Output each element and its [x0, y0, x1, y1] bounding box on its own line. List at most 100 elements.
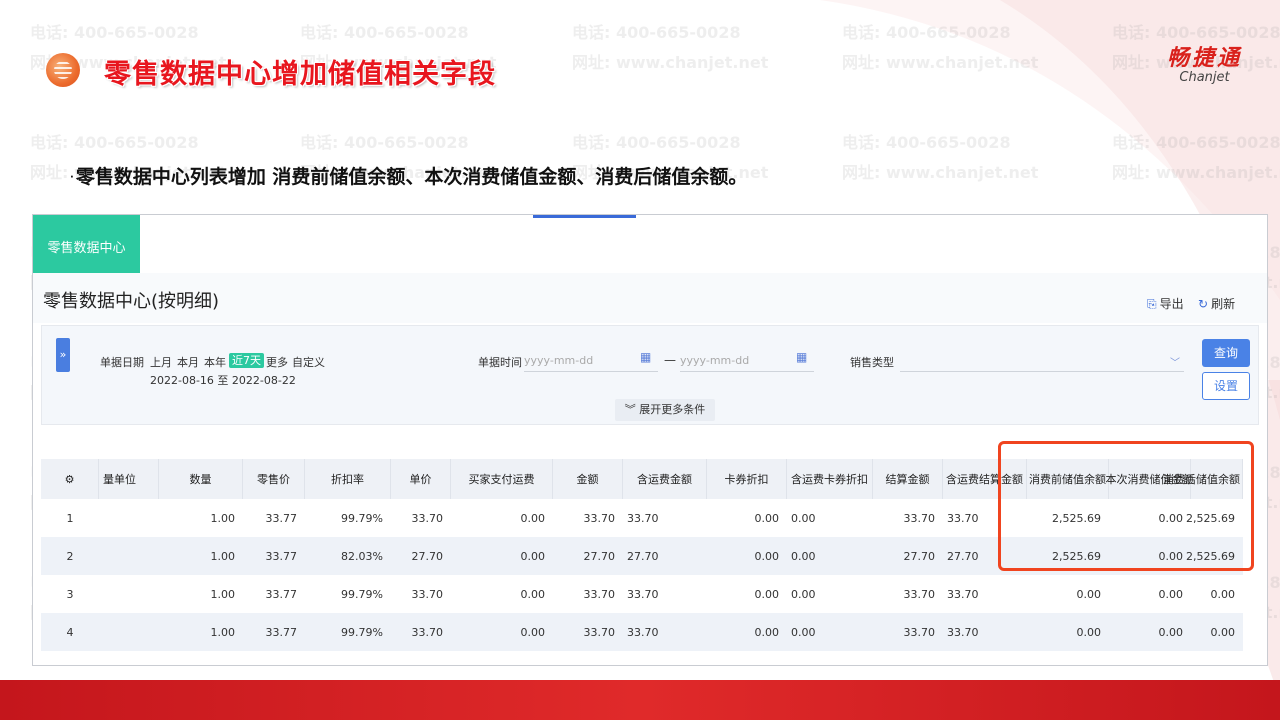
- table-cell: 33.70: [903, 625, 936, 639]
- refresh-button[interactable]: ↻ 刷新: [1198, 295, 1235, 312]
- column-header[interactable]: 金额: [553, 459, 623, 499]
- column-settings-icon[interactable]: ⚙: [41, 459, 99, 499]
- table-cell: 33.70: [583, 511, 616, 525]
- doc-time-label: 单据时间: [478, 356, 522, 369]
- brand-name-cn: 畅捷通: [1166, 46, 1242, 71]
- row-index: 2: [66, 549, 74, 563]
- column-header[interactable]: 数量: [159, 459, 243, 499]
- column-header[interactable]: 消费前储值余额: [1027, 459, 1109, 499]
- watermark-phone: 电话: 400-665-0028: [30, 133, 199, 152]
- table-cell: 0.00: [707, 651, 787, 666]
- table-row[interactable]: 3 1.00 33.77 99.79% 33.70 0.00 33.70 33.70 0.00 0…: [41, 575, 1243, 613]
- table-cell: 0.00: [1076, 625, 1102, 639]
- table-cell: 33.70: [947, 511, 979, 525]
- column-header[interactable]: 卡券折扣: [707, 459, 787, 499]
- table-cell: 33.70: [903, 587, 936, 601]
- watermark-phone: 电话: 400-665-0028: [572, 23, 741, 42]
- table-cell: 27.70: [583, 549, 616, 563]
- end-date-input[interactable]: yyyy-mm-dd: [680, 350, 814, 372]
- column-header[interactable]: 单价: [391, 459, 451, 499]
- row-index: 3: [66, 587, 74, 601]
- column-header[interactable]: 含运费卡券折扣: [787, 459, 873, 499]
- table-cell: 0.00: [520, 549, 546, 563]
- column-header[interactable]: 含运费金额: [623, 459, 707, 499]
- column-header[interactable]: 买家支付运费: [451, 459, 553, 499]
- logo-mark-icon: [46, 53, 80, 87]
- watermark-phone: 电话: 400-665-0028: [572, 133, 741, 152]
- table-cell: 82.03%: [341, 549, 383, 563]
- table-cell: 0.00: [520, 511, 546, 525]
- table-cell: 0.00: [1161, 651, 1243, 666]
- range-this-month[interactable]: 本月: [177, 354, 199, 370]
- column-header[interactable]: 量单位: [99, 459, 159, 499]
- row-index: 1: [66, 511, 74, 525]
- expand-more-conditions-button[interactable]: ︾ 展开更多条件: [615, 399, 715, 421]
- table-cell: 33.70: [947, 625, 979, 639]
- table-cell: 27.70: [411, 549, 444, 563]
- table-cell: 33.70: [411, 511, 444, 525]
- calendar-icon[interactable]: ▦: [640, 350, 651, 364]
- column-header[interactable]: 零售价: [243, 459, 305, 499]
- range-this-year[interactable]: 本年: [204, 354, 226, 370]
- table-cell: 2,525.69: [1186, 549, 1235, 563]
- table-cell: 0.00: [787, 651, 873, 666]
- range-more[interactable]: 更多: [266, 354, 288, 370]
- column-header[interactable]: 结算金额: [873, 459, 943, 499]
- table-cell: 2,525.69: [1052, 549, 1101, 563]
- table-cell: 99.79%: [341, 625, 383, 639]
- sales-type-select[interactable]: [900, 350, 1184, 372]
- table-cell: 1.00: [210, 549, 236, 563]
- table-row[interactable]: 52.0033.7782.04%27.750.0027.5027.500.000…: [41, 651, 1243, 666]
- app-screenshot: 零售数据中心 零售数据中心(按明细) ⎘ 导出 ↻ 刷新 » 单据日期 上月 本月 …: [32, 214, 1268, 666]
- table-cell: 0.00: [520, 625, 546, 639]
- range-last-7-days[interactable]: 近7天: [229, 352, 264, 368]
- table-row[interactable]: 2 1.00 33.77 82.03% 27.70 0.00 27.70 27.70 0.00 0…: [41, 537, 1243, 575]
- refresh-label: 刷新: [1211, 297, 1236, 311]
- table-cell: 27.50: [553, 651, 623, 666]
- table-cell: 33.70: [627, 625, 659, 639]
- range-custom[interactable]: 自定义: [292, 354, 325, 370]
- table-cell: 33.77: [265, 625, 298, 639]
- export-label: 导出: [1159, 297, 1184, 311]
- query-button[interactable]: 查询: [1202, 339, 1250, 367]
- refresh-icon: ↻: [1198, 297, 1209, 311]
- table-row[interactable]: 4 1.00 33.77 99.79% 33.70 0.00 33.70 33.70 0.00 0…: [41, 613, 1243, 651]
- table-cell: 0.00: [791, 625, 816, 639]
- table-cell: 0.00: [791, 549, 816, 563]
- column-header[interactable]: 消费后储值余额: [1161, 459, 1243, 499]
- table-cell: 27.70: [947, 549, 979, 563]
- range-last-month[interactable]: 上月: [150, 354, 172, 370]
- watermark-text: 电话: 400-665-0028 网址: www.chanjet.net: [842, 128, 1038, 188]
- table-cell: 2,525.69: [1186, 511, 1235, 525]
- table-row[interactable]: 1 1.00 33.77 99.79% 33.70 0.00 33.70 33.70 0.00 0…: [41, 499, 1243, 537]
- calendar-icon[interactable]: ▦: [796, 350, 807, 364]
- table-cell: 27.70: [627, 549, 659, 563]
- collapse-toggle-button[interactable]: »: [56, 338, 70, 372]
- table-cell: 99.79%: [341, 587, 383, 601]
- table-cell: 2.00: [159, 651, 243, 666]
- table-cell: 33.70: [947, 587, 979, 601]
- export-button[interactable]: ⎘ 导出: [1147, 295, 1184, 312]
- table-cell: [99, 499, 159, 537]
- table-cell: 33.77: [265, 511, 298, 525]
- footer-bar: [0, 680, 1280, 720]
- table-cell: 0.00: [1027, 651, 1109, 666]
- table-cell: 27.75: [391, 651, 451, 666]
- table-cell: 0.00: [1210, 625, 1236, 639]
- table-cell: 82.04%: [305, 651, 391, 666]
- slide-subtitle: · 零售数据中心列表增加 消费前储值余额、本次消费储值金额、消费后储值余额。: [70, 162, 747, 189]
- column-header[interactable]: 折扣率: [305, 459, 391, 499]
- setting-button[interactable]: 设置: [1202, 372, 1250, 400]
- table-header-row: ⚙ 量单位 数量 零售价 折扣率 单价 买家支付运费 金额 含运费金额 卡券折扣 含运费卡券折扣结…: [41, 459, 1243, 499]
- table-cell: 33.70: [627, 511, 659, 525]
- tab-retail-data-center[interactable]: 零售数据中心: [33, 215, 140, 273]
- table-cell: 27.50: [943, 651, 1027, 666]
- row-index: 5: [41, 651, 99, 666]
- table-cell: 2,525.69: [1052, 511, 1101, 525]
- column-header[interactable]: 含运费结算金额: [943, 459, 1027, 499]
- brand-logo: 畅捷通 Chanjet: [1167, 40, 1242, 85]
- bullet-dot: ·: [70, 172, 74, 183]
- table-cell: 0.00: [754, 511, 780, 525]
- start-date-input[interactable]: yyyy-mm-dd: [524, 350, 658, 372]
- slide-title: 零售数据中心增加储值相关字段: [104, 59, 496, 90]
